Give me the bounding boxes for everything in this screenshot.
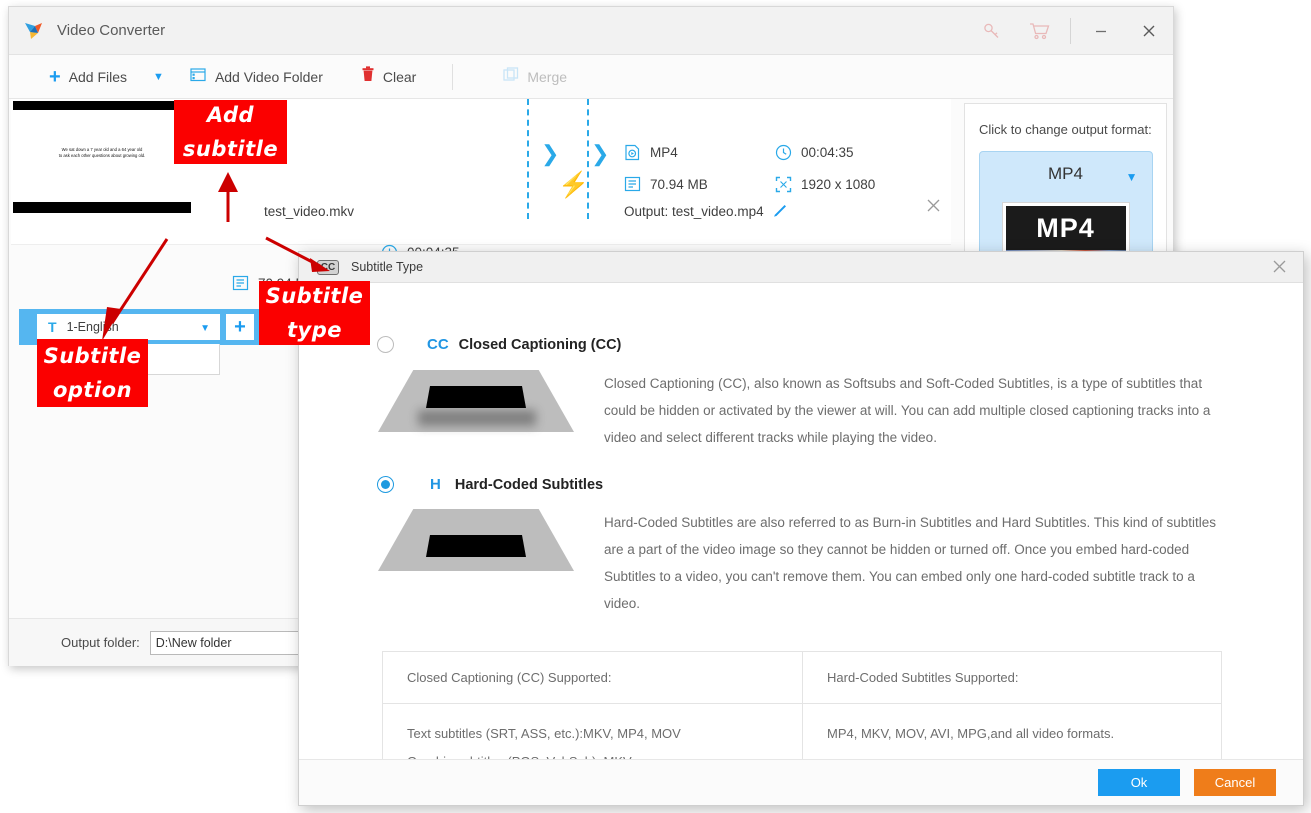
- radio-hard-coded[interactable]: [377, 476, 394, 493]
- plus-icon: +: [234, 316, 246, 338]
- video-thumbnail: We sat down a 7 year old and a 64 year o…: [13, 101, 191, 213]
- subtitle-text-icon: T: [48, 319, 57, 335]
- dialog-footer: Ok Cancel: [299, 759, 1303, 805]
- main-toolbar: + Add Files ▼ Add Video Folder Clear Mer…: [9, 55, 1173, 99]
- cart-icon[interactable]: [1016, 7, 1064, 55]
- output-format: MP4: [624, 144, 678, 161]
- option-cc-description: Closed Captioning (CC), also known as So…: [604, 376, 1211, 445]
- close-icon[interactable]: [1125, 7, 1173, 55]
- add-subtitle-button[interactable]: +: [226, 314, 254, 340]
- annotation-subtitle-type: Subtitle type: [259, 281, 370, 345]
- output-file-name: Output: test_video.mp4: [624, 204, 764, 219]
- app-logo-icon: [23, 20, 45, 42]
- screen: Video Converter + Add Files ▼ Add Video …: [0, 0, 1311, 813]
- window-controls: [968, 7, 1173, 55]
- merge-icon: [503, 66, 519, 87]
- option-closed-captioning[interactable]: CC Closed Captioning (CC): [377, 336, 1303, 353]
- key-icon[interactable]: [968, 7, 1016, 55]
- file-size-icon: [624, 176, 641, 192]
- clear-label: Clear: [382, 68, 417, 85]
- merge-button[interactable]: Merge: [491, 55, 579, 99]
- option-hard-description: Hard-Coded Subtitles are also referred t…: [604, 515, 1217, 611]
- dialog-title: Subtitle Type: [351, 260, 424, 274]
- cancel-button[interactable]: Cancel: [1194, 769, 1276, 796]
- subtitle-type-dialog: CC Subtitle Type CC Closed Captioning (C…: [298, 251, 1304, 806]
- annotation-subtitle-option: Subtitle option: [37, 339, 148, 407]
- toolbar-divider: [452, 63, 454, 90]
- add-video-folder-label: Add Video Folder: [214, 68, 323, 85]
- chevron-down-icon: ▼: [153, 70, 164, 83]
- clock-icon: [775, 144, 792, 161]
- subtitle-option-arrow: [102, 238, 169, 341]
- clear-button[interactable]: Clear: [349, 55, 428, 99]
- video-file-icon: [624, 144, 641, 161]
- output-resolution: 1920 x 1080: [775, 176, 875, 193]
- plus-icon: +: [49, 65, 61, 88]
- add-files-button[interactable]: + Add Files: [37, 55, 139, 99]
- chevron-down-icon: ▼: [200, 323, 210, 334]
- option-hard-label: Hard-Coded Subtitles: [454, 476, 604, 493]
- output-folder-label: Output folder:: [61, 635, 140, 650]
- title-bar: Video Converter: [9, 7, 1173, 55]
- close-icon[interactable]: [1272, 259, 1287, 279]
- merge-label: Merge: [527, 68, 568, 85]
- dialog-header: CC Subtitle Type: [299, 252, 1303, 283]
- cc-icon: CC: [427, 336, 449, 353]
- chevron-down-icon: ▼: [1125, 170, 1138, 184]
- annotation-add-subtitle: Add subtitle: [174, 100, 287, 164]
- trash-icon: [361, 66, 375, 87]
- thumbnail-letterbox-top: [13, 101, 191, 110]
- output-card: Output: test_video.mp4 MP4 00:04:35 70.9…: [611, 99, 951, 219]
- titlebar-divider: [1070, 18, 1071, 44]
- file-size-icon: [232, 275, 249, 291]
- pencil-icon[interactable]: [773, 203, 788, 221]
- add-files-label: Add Files: [68, 68, 128, 85]
- option-cc-label: Closed Captioning (CC): [458, 336, 622, 353]
- source-file-name: test_video.mkv: [264, 204, 355, 219]
- conversion-arrows: ❯ ❯ ⚡: [527, 99, 609, 219]
- format-thumbnail-label: MP4: [1036, 212, 1095, 243]
- cc-illustration: [378, 370, 574, 436]
- folder-video-icon: [190, 67, 207, 87]
- add-files-dropdown-button[interactable]: ▼: [139, 55, 178, 99]
- resolution-icon: [775, 176, 792, 193]
- ok-button[interactable]: Ok: [1098, 769, 1180, 796]
- table-header-cc: Closed Captioning (CC) Supported:: [382, 651, 803, 704]
- add-subtitle-arrow: [218, 172, 238, 222]
- output-duration: 00:04:35: [775, 144, 854, 161]
- file-card: We sat down a 7 year old and a 64 year o…: [11, 99, 951, 292]
- option-hard-coded[interactable]: H Hard-Coded Subtitles: [377, 476, 1303, 493]
- lightning-icon: ⚡: [558, 171, 590, 199]
- thumbnail-caption-line2: to ask each other questions about growin…: [58, 153, 146, 158]
- app-title: Video Converter: [57, 22, 166, 39]
- h-icon: H: [430, 476, 441, 493]
- dialog-body: CC Closed Captioning (CC) Closed Caption…: [299, 336, 1303, 793]
- hardcoded-illustration: [378, 509, 574, 575]
- remove-file-icon[interactable]: [926, 198, 941, 218]
- thumbnail-letterbox-bottom: [13, 202, 191, 213]
- subtitle-type-arrow: [265, 236, 330, 272]
- radio-closed-captioning[interactable]: [377, 336, 394, 353]
- output-size: 70.94 MB: [624, 176, 708, 192]
- add-video-folder-button[interactable]: Add Video Folder: [178, 55, 335, 99]
- table-row: Closed Captioning (CC) Supported: Hard-C…: [382, 651, 1222, 704]
- minimize-icon[interactable]: [1077, 7, 1125, 55]
- table-header-hard: Hard-Coded Subtitles Supported:: [802, 651, 1222, 704]
- format-panel-hint: Click to change output format:: [979, 122, 1152, 137]
